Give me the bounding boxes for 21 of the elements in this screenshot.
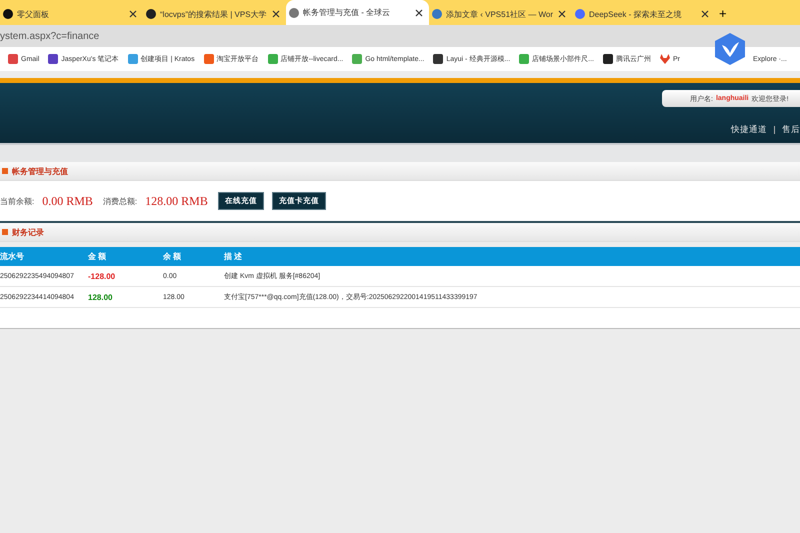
balance-value: 0.00 RMB bbox=[42, 194, 93, 208]
browser-tab[interactable]: 添加文章 ‹ VPS51社区 — Wor bbox=[429, 3, 572, 25]
column-header: 流水号 bbox=[0, 251, 25, 262]
section-title: 帐务管理与充值 bbox=[12, 166, 68, 176]
column-header: 描 述 bbox=[224, 251, 244, 262]
balance-label: 当前余额: bbox=[0, 196, 34, 206]
spent-label: 消费总额: bbox=[102, 196, 138, 206]
amount-cell-text: 128.00 bbox=[88, 292, 114, 302]
browser-tab[interactable]: “locvps”的搜索结果 | VPS大学 bbox=[143, 3, 286, 25]
nav-link[interactable]: 快捷通道 bbox=[731, 124, 767, 136]
amount-cell-text: -128.00 bbox=[88, 272, 116, 280]
browser-tab[interactable]: 零父面板 bbox=[0, 3, 143, 25]
browser-tab[interactable]: 帐务管理与充值 - 全球云 bbox=[286, 0, 429, 25]
nav-link[interactable]: 售后 bbox=[782, 124, 800, 136]
address-text[interactable]: ystem.aspx?c=finance bbox=[0, 30, 100, 42]
section-title: 财务记录 bbox=[12, 226, 44, 238]
new-tab-button[interactable]: + bbox=[715, 6, 731, 21]
browser-tab[interactable]: DeepSeek - 探索未至之境 bbox=[572, 3, 715, 25]
spent-value: 128.00 RMB bbox=[145, 194, 208, 208]
column-header: 余 额 bbox=[163, 251, 182, 262]
column-header: 金 额 bbox=[88, 251, 108, 262]
